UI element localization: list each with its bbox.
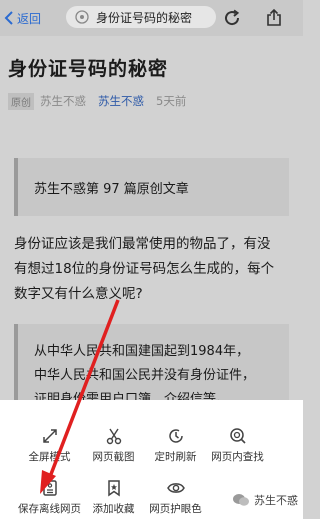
original-badge: 原创 — [8, 92, 34, 110]
url-text: 身份证号码的秘密 — [96, 10, 193, 25]
back-label: 返回 — [17, 11, 42, 26]
paragraph-line: 有想过18位的身份证号码怎么生成的，每个 — [14, 261, 275, 277]
account-link[interactable]: 苏生不惑 — [98, 93, 144, 109]
article-meta: 原创 苏生不惑 苏生不惑 5天前 — [8, 92, 186, 110]
share-icon — [267, 8, 281, 26]
find-in-page-button[interactable]: 网页内查找 — [200, 427, 275, 464]
share-button[interactable] — [264, 8, 284, 28]
address-bar[interactable]: 身份证号码的秘密 — [66, 6, 216, 28]
wechat-logo-icon — [233, 494, 249, 506]
chevron-left-icon — [4, 11, 13, 25]
quote-line: 从中华人民共和国建国起到1984年， — [34, 344, 250, 359]
eye-protection-color-button[interactable]: 网页护眼色 — [138, 479, 213, 516]
clock-refresh-icon — [168, 429, 183, 443]
watermark-text: 苏生不惑 — [254, 494, 298, 507]
quote-line: 中华人民共和国公民并没有身份证件， — [34, 368, 256, 383]
refresh-button[interactable] — [222, 8, 242, 28]
scissors-icon — [106, 428, 121, 445]
fullscreen-icon — [42, 429, 57, 443]
intro-quote-text: 苏生不惑第 97 篇原创文章 — [34, 181, 189, 197]
author-name: 苏生不惑 — [40, 94, 86, 108]
find-in-page-icon — [229, 428, 246, 444]
save-offline-icon — [42, 480, 57, 496]
account-watermark: 苏生不惑 — [232, 492, 298, 508]
eye-icon — [166, 483, 185, 493]
intro-quote: 苏生不惑第 97 篇原创文章 — [14, 158, 289, 216]
eye-protection-color-label: 网页护眼色 — [149, 503, 202, 515]
find-in-page-label: 网页内查找 — [211, 451, 264, 463]
publish-time: 5天前 — [156, 94, 187, 108]
bookmark-star-icon — [107, 480, 120, 497]
back-button[interactable]: 返回 — [4, 8, 41, 28]
refresh-icon — [225, 9, 240, 26]
browser-toolbar: 返回 身份证号码的秘密 — [0, 0, 303, 36]
paragraph-line: 身份证应该是我们最常使用的物品了，有没 — [14, 236, 271, 252]
site-info-icon — [75, 10, 89, 24]
article-title: 身份证号码的秘密 — [8, 58, 169, 80]
article-paragraph: 身份证应该是我们最常使用的物品了，有没 有想过18位的身份证号码怎么生成的，每个… — [14, 232, 296, 307]
paragraph-line: 数字又有什么意义呢? — [14, 286, 143, 302]
